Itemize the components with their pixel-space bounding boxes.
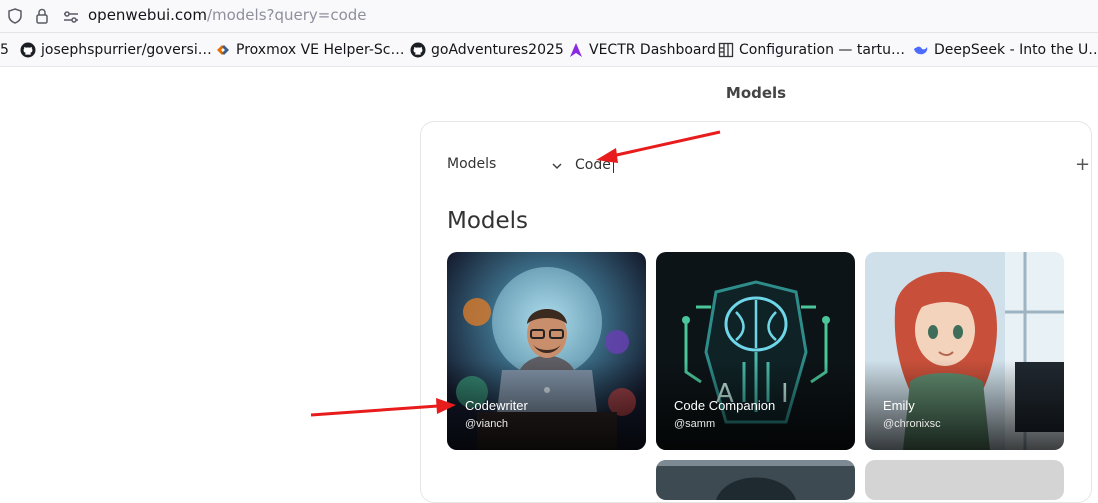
search-input[interactable] [575,154,735,176]
bookmark-proxmox[interactable]: Proxmox VE Helper-Sc… [215,40,404,60]
bookmark-configuration[interactable]: Configuration — tartu… [718,40,905,60]
model-name: Emily [883,398,915,413]
shield-icon[interactable] [6,7,24,29]
filter-row: Models + [447,154,1090,177]
text-cursor [613,156,614,173]
models-panel: Models + Models [420,121,1092,503]
model-name: Code Companion [674,398,776,413]
chevron-down-icon[interactable] [550,158,564,177]
model-card-partial[interactable] [656,460,855,500]
deepseek-icon [913,42,929,58]
model-card-code-companion[interactable]: A I Code Companion @samm [656,252,855,450]
permissions-icon[interactable] [62,9,80,28]
bookmark-label: 5 [0,42,9,58]
section-title: Models [447,208,529,234]
proxmox-icon [215,42,231,58]
lock-icon[interactable] [34,7,50,29]
bookmark-label: Configuration — tartu… [739,42,906,58]
add-model-button[interactable]: + [1075,156,1090,174]
config-icon [718,42,734,58]
bookmark-label: VECTR Dashboard [589,42,716,58]
model-author[interactable]: @chronixsc [883,418,941,430]
url-host: openwebui.com [88,6,207,24]
github-icon [20,42,36,58]
bookmark-label: josephspurrier/goversi… [41,42,212,58]
filter-dropdown[interactable]: Models [447,156,496,172]
bookmarks-bar: 5 josephspurrier/goversi… Proxmox VE Hel… [0,33,1098,67]
address-bar[interactable]: openwebui.com/models?query=code [0,0,1098,33]
github-icon [410,42,426,58]
model-name: Codewriter [465,398,528,413]
bookmark-goversi[interactable]: josephspurrier/goversi… [20,40,212,60]
url-path: /models?query=code [206,6,367,24]
bookmark-label: DeepSeek - Into the U… [934,42,1098,58]
model-card-emily[interactable]: Emily @chronixsc [865,252,1064,450]
vectr-icon [568,42,584,58]
bookmark-vectr[interactable]: VECTR Dashboard [568,40,716,60]
bookmark-goadventures[interactable]: goAdventures2025 [410,40,564,60]
model-card-codewriter[interactable]: Codewriter @vianch [447,252,646,450]
bookmark-label: goAdventures2025 [431,42,564,58]
model-avatar-image [656,460,855,500]
url-text[interactable]: openwebui.com/models?query=code [88,6,367,24]
model-card-placeholder[interactable] [865,460,1064,500]
bookmark-label: Proxmox VE Helper-Sc… [236,42,405,58]
bookmark-overflow[interactable]: 5 [0,40,9,60]
page-title: Models [725,84,787,102]
model-author[interactable]: @vianch [465,418,508,430]
model-author[interactable]: @samm [674,418,715,430]
bookmark-deepseek[interactable]: DeepSeek - Into the U… [913,40,1098,60]
